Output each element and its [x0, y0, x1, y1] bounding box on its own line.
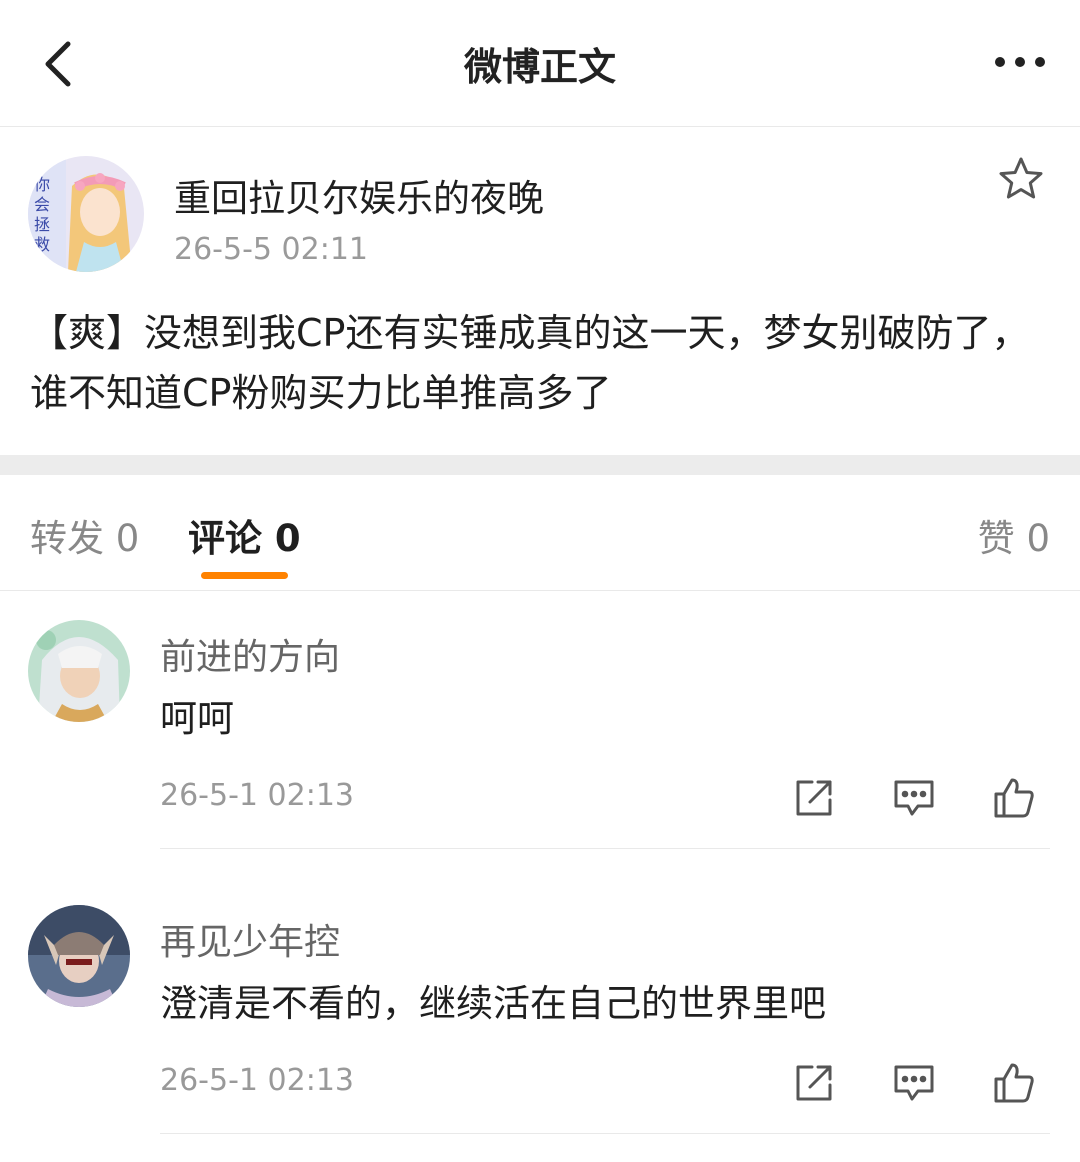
thumbs-up-icon[interactable]: [992, 1061, 1036, 1105]
comment-divider: [160, 848, 1050, 849]
share-icon[interactable]: [792, 1061, 836, 1105]
reply-comment-icon[interactable]: [892, 1061, 936, 1105]
share-icon[interactable]: [792, 776, 836, 820]
post-author-name[interactable]: 重回拉贝尔娱乐的夜晚: [174, 168, 544, 222]
tab-repost[interactable]: 转发 0: [30, 508, 139, 562]
post-timestamp: 26-5-5 02:11: [174, 232, 368, 267]
comment-timestamp: 26-5-1 02:13: [160, 778, 354, 813]
comment-text: 呵呵: [160, 697, 234, 740]
svg-text:会: 会: [34, 195, 50, 214]
commenter-name[interactable]: 再见少年控: [160, 913, 340, 965]
favorite-star-icon[interactable]: [998, 156, 1044, 202]
commenter-avatar[interactable]: [28, 620, 130, 722]
page-title: 微博正文: [463, 45, 616, 89]
svg-text:你: 你: [34, 175, 50, 194]
comment-text: 澄清是不看的，继续活在自己的世界里吧: [160, 982, 826, 1025]
comment-item: 前进的方向 呵呵 26-5-1 02:13: [0, 592, 1080, 876]
tab-like[interactable]: 赞 0: [978, 508, 1050, 562]
active-tab-indicator: [201, 572, 288, 579]
post-author-avatar[interactable]: 你 会 拯 救 我: [28, 156, 144, 272]
post-body-text: 【爽】没想到我CP还有实锤成真的这一天，梦女别破防了，谁不知道CP粉购买力比单推…: [30, 311, 1030, 415]
section-separator: [0, 455, 1080, 475]
svg-text:拯: 拯: [34, 215, 50, 234]
comment-divider: [160, 1133, 1050, 1134]
thumbs-up-icon[interactable]: [992, 776, 1036, 820]
more-dots-icon[interactable]: [990, 44, 1050, 80]
tab-comment[interactable]: 评论 0: [188, 508, 301, 562]
comment-item: 再见少年控 澄清是不看的，继续活在自己的世界里吧 26-5-1 02:13: [0, 877, 1080, 1161]
comment-timestamp: 26-5-1 02:13: [160, 1063, 354, 1098]
svg-text:救: 救: [34, 235, 50, 254]
commenter-avatar[interactable]: [28, 905, 130, 1007]
commenter-name[interactable]: 前进的方向: [160, 628, 340, 680]
interaction-tabs: 转发 0 评论 0 赞 0: [0, 476, 1080, 591]
reply-comment-icon[interactable]: [892, 776, 936, 820]
svg-text:我: 我: [34, 255, 50, 272]
top-nav-bar: 微博正文: [0, 0, 1080, 127]
